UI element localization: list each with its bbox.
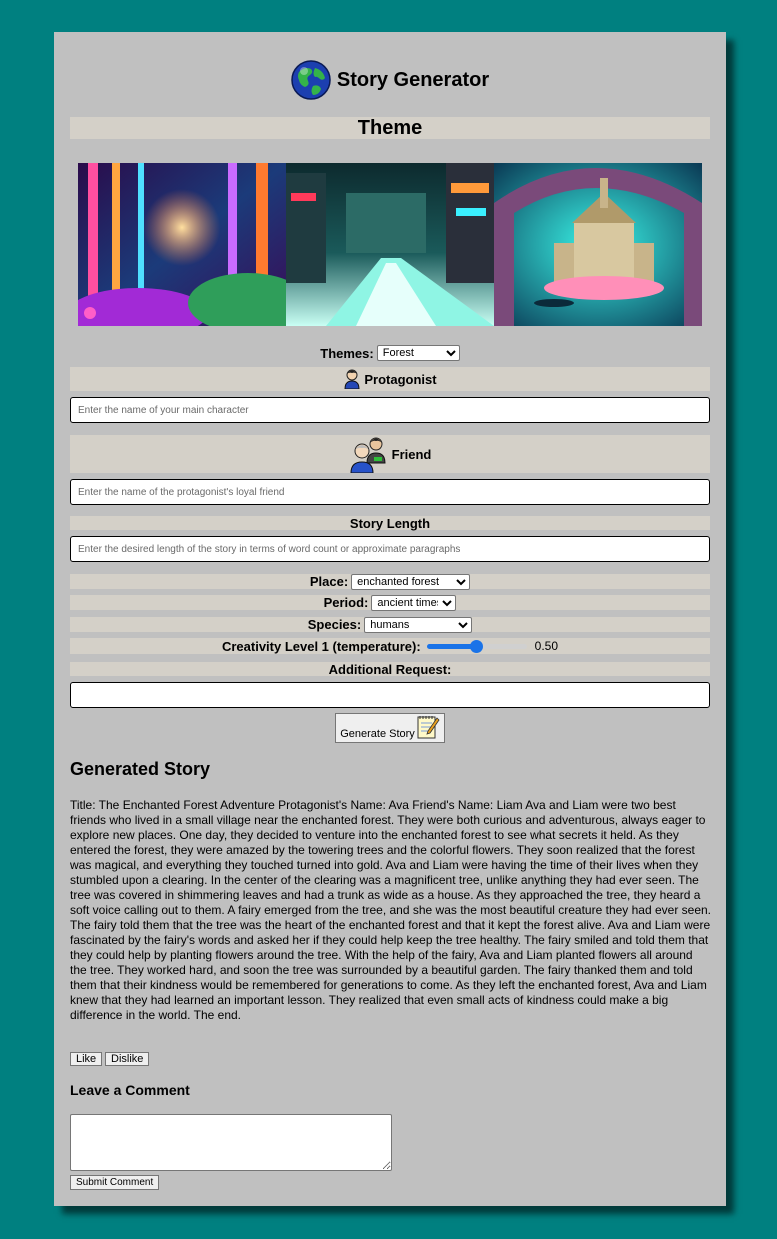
creativity-slider[interactable] [426, 639, 527, 653]
species-select[interactable]: humans [364, 616, 473, 633]
period-row: Period: ancient times [70, 594, 710, 611]
friend-label: Friend [391, 446, 432, 462]
submit-comment-button[interactable]: Submit Comment [70, 1175, 160, 1190]
app-title: Story Generator [336, 68, 490, 91]
friend-band: Friend [70, 435, 710, 473]
additional-request-label: Additional Request: [70, 662, 710, 677]
underwater-theme-image[interactable] [494, 163, 702, 326]
species-row: Species: humans [70, 616, 710, 633]
friend-input[interactable] [70, 479, 710, 505]
theme-images [78, 163, 702, 326]
notepad-pencil-icon [417, 716, 440, 739]
app-header: Story Generator [54, 60, 726, 100]
slider-thumb[interactable] [470, 639, 484, 653]
comment-textarea[interactable] [70, 1114, 392, 1171]
themes-row: Themes: Forest [54, 345, 726, 361]
period-select[interactable]: ancient times [371, 594, 457, 611]
protagonist-input[interactable] [70, 397, 710, 423]
place-label: Place: [309, 574, 349, 589]
leave-comment-heading: Leave a Comment [70, 1082, 190, 1098]
themes-select[interactable]: Forest [376, 345, 460, 361]
protagonist-label: Protagonist [364, 371, 437, 387]
themes-label: Themes: [320, 345, 374, 361]
globe-icon [291, 60, 331, 100]
two-people-icon [350, 437, 386, 473]
generated-story-heading: Generated Story [70, 759, 211, 779]
period-label: Period: [323, 595, 369, 610]
slider-track[interactable] [426, 639, 527, 653]
theme-heading: Theme [70, 117, 710, 139]
person-icon [344, 369, 360, 389]
story-length-input[interactable] [70, 536, 710, 562]
generate-story-label: Generate Story [340, 728, 415, 740]
place-row: Place: enchanted forest [70, 573, 710, 590]
protagonist-band: Protagonist [70, 367, 710, 391]
creativity-value: 0.50 [534, 639, 559, 653]
dislike-button[interactable]: Dislike [105, 1052, 150, 1066]
generated-story-text: Title: The Enchanted Forest Adventure Pr… [70, 798, 712, 1022]
species-label: Species: [307, 617, 362, 632]
slider-fill [426, 643, 477, 649]
creativity-label: Creativity Level 1 (temperature): [221, 638, 421, 654]
place-select[interactable]: enchanted forest [351, 573, 471, 590]
additional-request-input[interactable] [70, 682, 710, 708]
story-length-label: Story Length [70, 516, 710, 531]
app-panel: Story Generator Theme Themes: Forest Pro… [54, 32, 726, 1206]
generate-story-button[interactable]: Generate Story [335, 713, 445, 743]
creativity-row: Creativity Level 1 (temperature): 0.50 [70, 638, 710, 654]
forest-theme-image[interactable] [78, 163, 286, 326]
city-theme-image[interactable] [286, 163, 494, 326]
like-button[interactable]: Like [70, 1052, 103, 1066]
